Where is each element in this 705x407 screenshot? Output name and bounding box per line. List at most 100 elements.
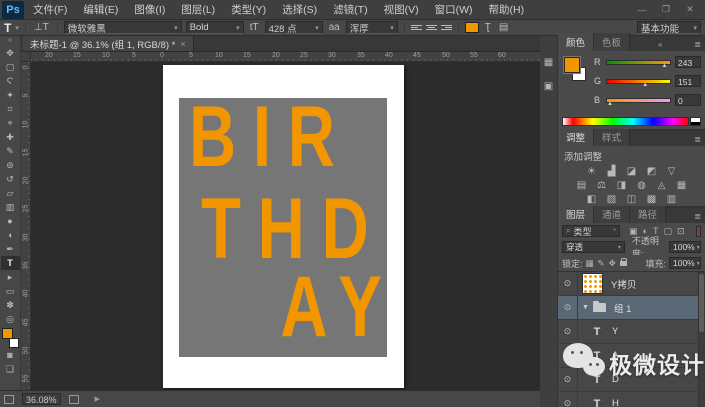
- tab-paths[interactable]: 路径: [630, 205, 667, 223]
- layer-filter-select[interactable]: ⌕ 类型 ÷: [562, 225, 620, 237]
- dodge-tool[interactable]: ◖: [1, 228, 20, 242]
- dock-collapse-icon[interactable]: «: [658, 40, 666, 51]
- green-slider[interactable]: ▲: [606, 78, 671, 88]
- quick-selection-tool[interactable]: ✦: [1, 88, 20, 102]
- tab-styles[interactable]: 样式: [594, 128, 631, 146]
- blue-slider[interactable]: ▲: [606, 97, 671, 107]
- history-brush-tool[interactable]: ↺: [1, 172, 20, 186]
- menu-window[interactable]: 窗口(W): [428, 0, 480, 19]
- document-tab[interactable]: 未标题-1 @ 36.1% (组 1, RGB/8) * ×: [23, 36, 194, 51]
- vertical-ruler[interactable]: 05 10 15 20 25 30 35 40 45 50 55: [21, 62, 31, 390]
- zoom-level-field[interactable]: 36.08%: [22, 393, 61, 405]
- menu-select[interactable]: 选择(S): [275, 0, 324, 19]
- visibility-eye-icon[interactable]: ⊙: [558, 296, 578, 319]
- group-expand-caret-icon[interactable]: ▼: [582, 304, 589, 311]
- shape-tool[interactable]: ▭: [1, 284, 20, 298]
- posterize-icon[interactable]: ▨: [605, 193, 618, 206]
- tab-adjustments[interactable]: 调整: [558, 128, 595, 146]
- menu-edit[interactable]: 编辑(E): [76, 0, 125, 19]
- menu-type[interactable]: 类型(Y): [224, 0, 273, 19]
- layer-row-group1[interactable]: ⊙ ▼ 组 1: [558, 296, 705, 320]
- blue-slider-handle[interactable]: ▲: [607, 101, 613, 107]
- foreground-color-swatch[interactable]: [563, 56, 581, 74]
- fill-field[interactable]: 100% ▾: [669, 257, 701, 269]
- canvas-pasteboard[interactable]: BIR THD AY: [31, 62, 540, 390]
- path-selection-tool[interactable]: ▸: [1, 270, 20, 284]
- levels-icon[interactable]: ▟: [605, 165, 618, 178]
- tool-preset-caret-icon[interactable]: ▾: [15, 24, 19, 32]
- font-style-select[interactable]: Bold ▾: [185, 21, 244, 34]
- clone-stamp-tool[interactable]: ⊚: [1, 158, 20, 172]
- lock-pixels-icon[interactable]: ✎: [598, 258, 605, 269]
- visibility-eye-icon[interactable]: ⊙: [558, 392, 578, 407]
- lock-all-icon[interactable]: [619, 257, 627, 266]
- layer-filter-toggle[interactable]: [696, 225, 701, 237]
- pen-tool[interactable]: ✒: [1, 242, 20, 256]
- tab-close-icon[interactable]: ×: [180, 39, 185, 49]
- color-lookup-icon[interactable]: ▦: [675, 179, 688, 192]
- gradient-tool[interactable]: ▥: [1, 200, 20, 214]
- lasso-tool[interactable]: Ϛ: [1, 74, 20, 88]
- minimize-button[interactable]: —: [631, 3, 653, 17]
- maximize-button[interactable]: ❐: [655, 3, 677, 17]
- blur-tool[interactable]: ●: [1, 214, 20, 228]
- filter-smart-objects-icon[interactable]: ⊡: [677, 226, 685, 237]
- curves-icon[interactable]: ◪: [625, 165, 638, 178]
- layer-row-text-h[interactable]: ⊙ T H: [558, 392, 705, 407]
- anti-alias-select[interactable]: 浑厚 ▾: [345, 21, 398, 35]
- tab-layers[interactable]: 图层: [558, 205, 595, 223]
- type-tool[interactable]: T: [0, 256, 20, 270]
- opacity-field[interactable]: 100% ▾: [669, 241, 701, 253]
- quick-mask-button[interactable]: ◙: [1, 348, 20, 362]
- status-arrow-icon[interactable]: ▶: [95, 395, 100, 403]
- blend-mode-select[interactable]: 穿透 ▾: [562, 241, 625, 253]
- font-size-select[interactable]: 428 点 ▾: [264, 21, 323, 35]
- exposure-icon[interactable]: ◩: [645, 165, 658, 178]
- red-slider-handle[interactable]: ▲: [662, 63, 668, 69]
- photo-filter-icon[interactable]: ◍: [635, 179, 648, 192]
- menu-help[interactable]: 帮助(H): [482, 0, 532, 19]
- healing-brush-tool[interactable]: ✚: [1, 130, 20, 144]
- crop-tool[interactable]: ⌗: [1, 102, 20, 116]
- workspace-select[interactable]: 基本功能 ▾: [637, 21, 701, 35]
- invert-icon[interactable]: ◧: [585, 193, 598, 206]
- green-value-field[interactable]: 151: [675, 75, 701, 87]
- align-center-icon[interactable]: [425, 24, 437, 31]
- blue-value-field[interactable]: 0: [675, 94, 701, 106]
- layers-scrollbar-thumb[interactable]: [699, 274, 704, 332]
- background-color-swatch[interactable]: [8, 338, 19, 348]
- lock-transparent-icon[interactable]: ▦: [586, 258, 594, 269]
- close-button[interactable]: ✕: [679, 3, 701, 17]
- toolbar-collapse-icon[interactable]: »: [8, 36, 12, 46]
- menu-image[interactable]: 图像(I): [127, 0, 172, 19]
- green-slider-handle[interactable]: ▲: [642, 82, 648, 88]
- screen-mode-status-icon[interactable]: [4, 394, 14, 404]
- screen-mode-button[interactable]: ❏: [1, 362, 20, 376]
- menu-file[interactable]: 文件(F): [26, 0, 74, 19]
- brush-tool[interactable]: ✎: [1, 144, 20, 158]
- tab-swatches[interactable]: 色板: [594, 33, 631, 51]
- channel-mixer-icon[interactable]: ◬: [655, 179, 668, 192]
- eraser-tool[interactable]: ▱: [1, 186, 20, 200]
- type-tool-icon[interactable]: T: [4, 21, 11, 35]
- color-panel-swatches[interactable]: [563, 56, 590, 83]
- tab-color[interactable]: 颜色: [558, 33, 595, 51]
- gradient-map-icon[interactable]: ▥: [665, 193, 678, 206]
- lock-position-icon[interactable]: ✥: [609, 258, 616, 269]
- poster-gray-panel[interactable]: BIR THD AY: [179, 98, 387, 357]
- zoom-tool[interactable]: ◎: [1, 312, 20, 326]
- hue-saturation-icon[interactable]: ▤: [575, 179, 588, 192]
- hand-tool[interactable]: ✽: [1, 298, 20, 312]
- layer-thumbnail[interactable]: [582, 273, 603, 294]
- vibrance-icon[interactable]: ▽: [665, 165, 678, 178]
- font-family-select[interactable]: 微软雅黑 ▾: [63, 21, 182, 35]
- menu-filter[interactable]: 滤镜(T): [326, 0, 374, 19]
- tab-channels[interactable]: 通道: [594, 205, 631, 223]
- toggle-panels-icon[interactable]: ▤: [497, 22, 510, 33]
- warp-text-icon[interactable]: Ʈ: [483, 22, 493, 33]
- align-right-icon[interactable]: [440, 24, 452, 31]
- text-color-swatch[interactable]: [464, 22, 479, 33]
- spectrum-bw-swatch[interactable]: [690, 117, 701, 126]
- ruler-corner[interactable]: [21, 52, 31, 62]
- move-tool[interactable]: ✥: [1, 46, 20, 60]
